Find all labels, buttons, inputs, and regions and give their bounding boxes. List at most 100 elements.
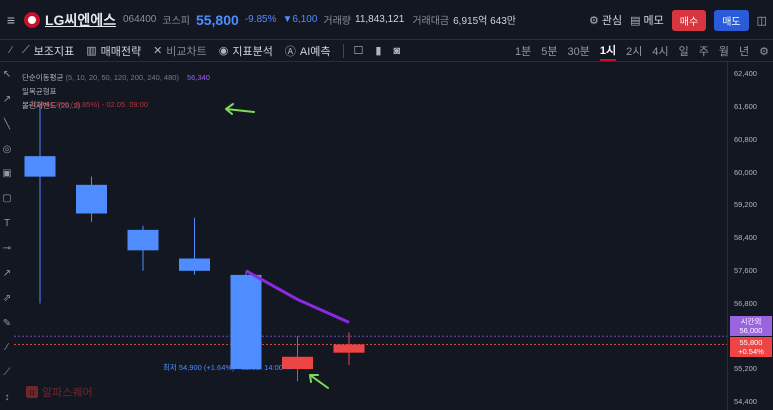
change-percent: -9.85% [244, 14, 277, 25]
chart-settings-icon[interactable]: ⚙ [759, 45, 769, 58]
interval-2[interactable]: 30분 [568, 43, 590, 59]
layout-button[interactable]: ☐ [354, 44, 364, 57]
measure-icon[interactable]: ↕ [0, 385, 14, 410]
y-tick-label: 58,400 [734, 233, 757, 243]
amount-value: 6,915억 643만 [453, 16, 517, 27]
indicator-label: 보조지표 [33, 45, 75, 58]
candle-type-button[interactable]: ▮ [375, 44, 381, 57]
y-tick-label: 60,800 [734, 134, 757, 144]
ma-legend-value: 56,340 [187, 73, 210, 82]
interval-4[interactable]: 2시 [626, 43, 642, 59]
text-icon[interactable]: T [0, 211, 14, 236]
annotation-arrow-high [225, 103, 255, 115]
ichimoku-legend[interactable]: 일목균형표 [22, 86, 57, 97]
pen-icon[interactable]: ∕ [0, 335, 14, 360]
y-tick-label: 61,600 [734, 102, 757, 112]
company-logo-icon [24, 11, 40, 28]
lock-icon[interactable]: ▣ [0, 161, 14, 186]
y-tick-label: 57,600 [734, 265, 757, 275]
candle-body-2 [127, 229, 159, 251]
interval-3[interactable]: 1시 [599, 42, 617, 61]
volume-label: 거래량 [323, 16, 351, 27]
ma-legend[interactable]: 단순이동평균 (5, 10, 20, 50, 120, 200, 240, 48… [22, 72, 210, 83]
interval-8[interactable]: 월 [719, 43, 729, 59]
ma-legend-params: (5, 10, 20, 50, 120, 200, 240, 480) [65, 73, 179, 82]
interval-1[interactable]: 5분 [541, 43, 557, 59]
cursor-icon[interactable]: ↖ [0, 62, 14, 87]
stock-name[interactable]: LG씨엔에스 [45, 10, 116, 30]
screenshot-button[interactable]: ◙ [393, 45, 400, 57]
back-icon[interactable]: ≡ [0, 0, 22, 40]
interval-selector: 1분 5분 30분 1시 2시 4시 일 주 월 년 ⚙ [515, 40, 769, 62]
eye-icon[interactable]: ◎ [0, 137, 14, 162]
analysis-label: 지표분석 [232, 45, 273, 58]
sell-button[interactable]: 매도 [714, 9, 749, 31]
header-bar: ≡ LG씨엔에스 064400 코스피 55,800 -9.85% ▼6,100… [0, 0, 773, 40]
candle-body-6 [333, 344, 365, 353]
indicator-button[interactable]: ⟋ 보조지표 [22, 43, 74, 59]
y-tick-label: 54,400 [734, 396, 757, 406]
y-tick-label: 59,200 [734, 200, 757, 210]
price-axis[interactable]: 시간외 56,000 55,800 +0.54% 62,400 61,600 60,… [727, 62, 773, 410]
indicator-icon: ⟋ [22, 44, 30, 56]
current-price-tag: 55,800 +0.54% [730, 337, 772, 358]
interval-9[interactable]: 년 [739, 43, 749, 59]
pattern-icon[interactable]: ⟋ [0, 360, 14, 385]
channel-icon[interactable]: ⇗ [0, 286, 14, 311]
interval-7[interactable]: 주 [699, 43, 709, 59]
trendline-icon[interactable]: ↗ [0, 87, 14, 112]
high-note: 최고 61,800 (-9.85%) - 02.05. 09:00 [30, 100, 149, 109]
trash-icon[interactable]: ▢ [0, 186, 14, 211]
strategy-button[interactable]: ▥ 매매전략 [86, 43, 141, 59]
ai-label: AI예측 [299, 45, 331, 58]
ruler-icon[interactable]: ╲ [0, 112, 14, 137]
watermark-text: 알파스퀘어 [42, 387, 93, 399]
header-actions: ⚙ 관심 ▤ 메모 매수 매도 ◫ [589, 0, 767, 40]
current-price: 55,800 [195, 11, 239, 28]
ray-icon[interactable]: ↗ [0, 261, 14, 286]
after-hours-title: 시간외 [740, 317, 762, 327]
candle-icon: ▮ [375, 45, 382, 57]
camera-icon: ◙ [393, 44, 401, 57]
change-amount: ▼6,100 [282, 14, 318, 25]
brush-icon[interactable]: ✎ [0, 311, 14, 336]
strategy-icon: ▥ [86, 45, 97, 57]
after-hours-value: 56,000 [739, 326, 763, 336]
candle-body-0 [24, 156, 56, 177]
analysis-icon: ◉ [218, 45, 229, 57]
ai-button[interactable]: Ⓐ AI예측 [285, 43, 331, 59]
compare-button[interactable]: ✕ 비교차트 [153, 43, 207, 59]
gear-icon: ⚙ [589, 14, 599, 27]
watch-button[interactable]: ⚙ 관심 [589, 12, 622, 28]
analysis-button[interactable]: ◉ 지표분석 [219, 43, 273, 59]
after-hours-tag: 시간외 56,000 [730, 316, 772, 337]
memo-label: 메모 [643, 15, 664, 27]
horizontal-line-icon[interactable]: ⊸ [0, 236, 14, 261]
memo-button[interactable]: ▤ 메모 [630, 12, 664, 28]
buy-button[interactable]: 매수 [671, 9, 707, 31]
draw-tool-icon[interactable]: ∕ [0, 38, 22, 63]
memo-icon: ▤ [630, 14, 641, 27]
toolbar-divider [342, 43, 344, 58]
square-icon: ☐ [353, 45, 364, 57]
compare-icon: ✕ [153, 45, 163, 57]
volume-value: 11,843,121 [355, 14, 405, 25]
candle-body-4 [230, 274, 262, 370]
interval-5[interactable]: 4시 [652, 43, 668, 59]
watermark: α 알파스퀘어 [26, 384, 93, 400]
low-note: 최저 54,900 (+1.64%) - 02.05. 14:00 → [163, 363, 293, 372]
candle-body-1 [76, 184, 107, 214]
market-name: 코스피 [162, 16, 190, 27]
watch-label: 관심 [601, 15, 623, 27]
interval-6[interactable]: 일 [679, 43, 689, 59]
ichimoku-legend-name: 일목균형표 [22, 87, 57, 96]
current-price-tag-value: 55,800 [739, 338, 763, 348]
strategy-label: 매매전략 [100, 45, 142, 58]
annotation-arrow-low [309, 374, 329, 389]
interval-0[interactable]: 1분 [515, 43, 531, 59]
alphasquare-logo-icon: α [26, 386, 38, 398]
y-tick-label: 62,400 [734, 69, 757, 79]
amount-label: 거래대금 [412, 16, 450, 27]
candlestick-chart[interactable] [14, 62, 727, 410]
panel-toggle-icon[interactable]: ◫ [757, 14, 767, 27]
